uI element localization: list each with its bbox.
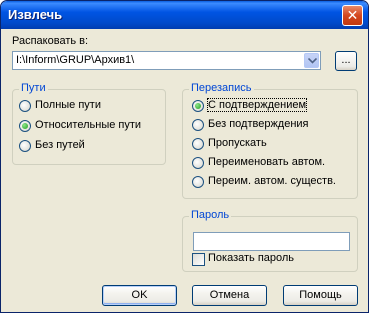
- window-title: Извлечь: [8, 7, 63, 22]
- password-group: Пароль Показать пароль: [182, 209, 358, 272]
- radio-label: Пропускать: [208, 137, 267, 149]
- radio-label: Переименовать автом.: [208, 156, 326, 168]
- radio-button[interactable]: [19, 100, 31, 112]
- radio-button[interactable]: [192, 100, 204, 112]
- help-button[interactable]: Помощь: [283, 285, 358, 306]
- chevron-down-icon: [308, 58, 317, 64]
- radio-button[interactable]: [19, 140, 31, 152]
- extract-path-value: I:\Inform\GRUP\Архив1\: [16, 54, 135, 66]
- overwrite-group: Перезапись С подтверждением Без подтверж…: [182, 82, 358, 199]
- title-bar[interactable]: Извлечь ✕: [1, 1, 368, 29]
- radio-button[interactable]: [192, 157, 204, 169]
- radio-label: С подтверждением: [206, 98, 308, 112]
- show-password-checkbox[interactable]: [192, 253, 205, 266]
- close-icon: ✕: [346, 7, 359, 23]
- close-button[interactable]: ✕: [342, 5, 363, 26]
- paths-group: Пути Полные пути Относительные пути Без …: [12, 82, 166, 165]
- show-password-label: Показать пароль: [208, 252, 295, 264]
- radio-label: Полные пути: [35, 99, 101, 111]
- radio-label: Без подтверждения: [208, 118, 309, 130]
- extract-to-label: Распаковать в:: [12, 35, 89, 47]
- extract-dialog: Извлечь ✕ Распаковать в: I:\Inform\GRUP\…: [0, 0, 369, 313]
- radio-button[interactable]: [192, 119, 204, 131]
- radio-button[interactable]: [192, 176, 204, 188]
- paths-group-title: Пути: [19, 82, 48, 94]
- ok-button[interactable]: OK: [102, 285, 177, 306]
- overwrite-group-title: Перезапись: [189, 82, 254, 94]
- radio-button[interactable]: [192, 138, 204, 150]
- cancel-button[interactable]: Отмена: [192, 285, 267, 306]
- browse-button[interactable]: ...: [335, 51, 357, 71]
- password-field[interactable]: [193, 232, 350, 251]
- extract-path-combo[interactable]: I:\Inform\GRUP\Архив1\: [12, 51, 321, 70]
- radio-label: Переим. автом. существ.: [208, 175, 336, 187]
- combo-dropdown-button[interactable]: [304, 53, 319, 68]
- password-group-title: Пароль: [189, 209, 232, 221]
- radio-label: Без путей: [35, 139, 85, 151]
- radio-label: Относительные пути: [35, 119, 142, 131]
- radio-button[interactable]: [19, 120, 31, 132]
